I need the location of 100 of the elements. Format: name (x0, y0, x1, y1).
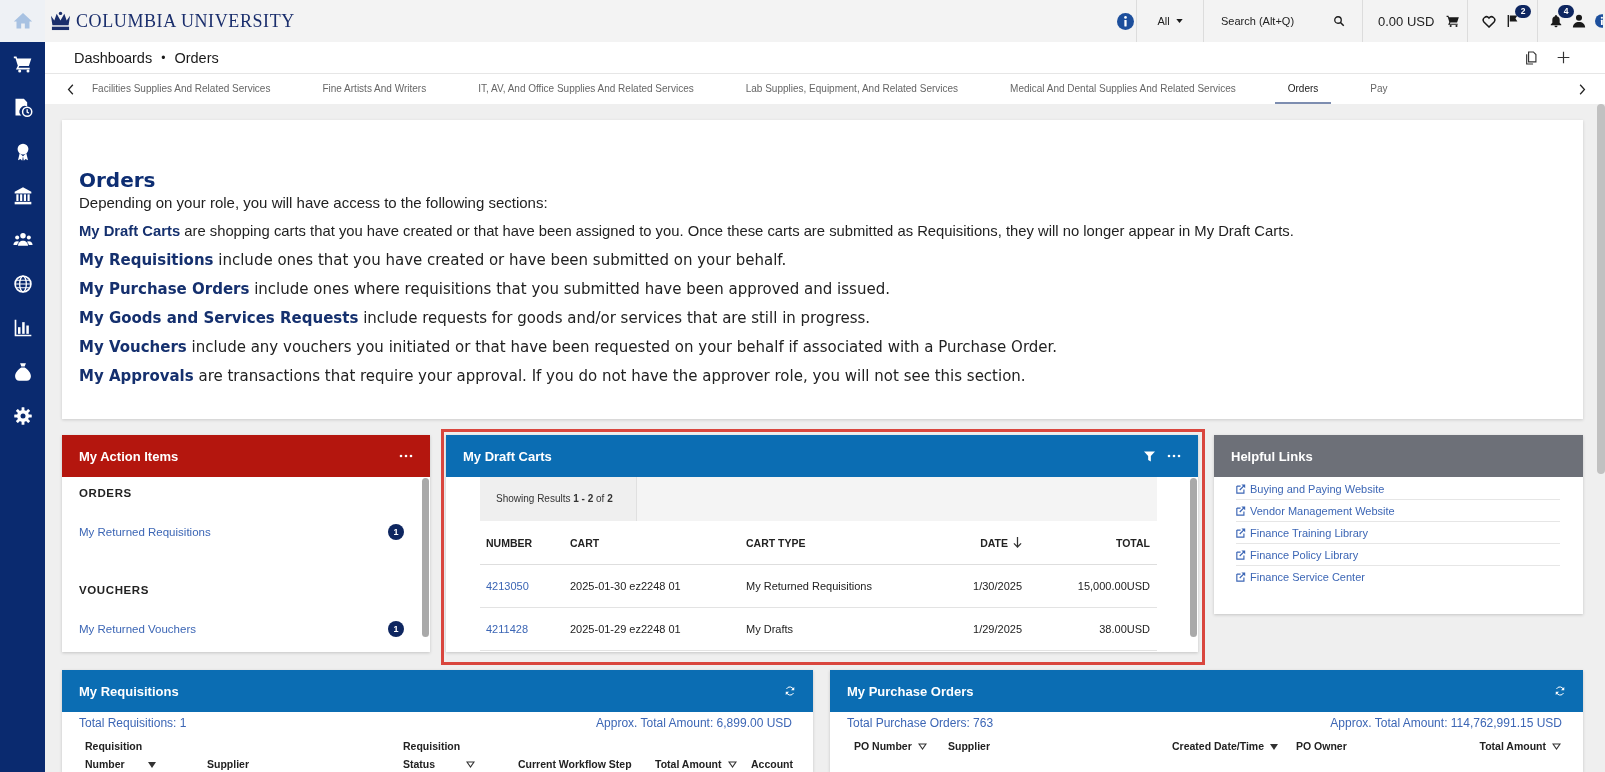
caret-outline-icon[interactable] (466, 761, 476, 768)
heart-icon[interactable] (1482, 14, 1496, 28)
column-header[interactable]: PO Number (854, 737, 912, 755)
table-cell-text: 2025-01-30 ez2248 01 (570, 580, 682, 592)
table-cell-text: My Drafts (746, 623, 795, 635)
category-tab[interactable]: Fine Artists And Writers (309, 74, 440, 104)
helpful-link[interactable]: Finance Service Center (1250, 571, 1365, 583)
column-header[interactable]: CART TYPE (746, 536, 806, 549)
more-icon[interactable] (399, 454, 413, 458)
section-description: My Purchase Orders include ones where requisitions that you submitted have been approved and issued. (79, 279, 890, 299)
copy-icon[interactable] (1524, 50, 1537, 65)
section-description: My Vouchers include any vouchers you initiated or that have been requested on your behalf if associated with a Purchase Order. (79, 337, 1058, 357)
caret-outline-icon[interactable] (917, 743, 927, 750)
column-header[interactable]: DATE (980, 536, 1008, 549)
column-header[interactable]: Supplier (948, 737, 990, 755)
panel-title: My Requisitions (79, 683, 179, 699)
arrow-down-icon[interactable] (1013, 537, 1022, 548)
panel-title: My Draft Carts (463, 448, 552, 464)
category-tab[interactable]: Facilities Supplies And Related Services (79, 74, 284, 104)
column-header[interactable]: Total Amount (655, 755, 722, 772)
caret-outline-icon[interactable] (727, 761, 737, 768)
table-cell-text: 15,000.00USD (1077, 580, 1151, 592)
search-field[interactable]: Search (Alt+Q) (1221, 11, 1326, 31)
globe-icon[interactable] (12, 274, 33, 294)
chevron-right-icon (1578, 83, 1586, 95)
column-header[interactable]: CART (570, 536, 600, 549)
intro-text: Depending on your role, you will have access to the following sections: (79, 193, 548, 213)
breadcrumb-separator: • (161, 50, 166, 65)
panel-title: My Purchase Orders (847, 683, 974, 699)
table-cell-text: 1/30/2025 (973, 580, 1023, 592)
scrollbar-thumb[interactable] (422, 478, 429, 637)
category-tab[interactable]: Orders (1274, 74, 1332, 104)
search-icon[interactable] (1333, 15, 1345, 27)
helpful-link[interactable]: Finance Training Library (1250, 526, 1368, 539)
refresh-icon[interactable] (784, 685, 796, 697)
column-header[interactable]: NUMBER (486, 536, 533, 549)
crown-icon (49, 11, 72, 31)
caret-outline-icon[interactable] (1552, 743, 1561, 750)
helpful-link[interactable]: Finance Policy Library (1250, 548, 1359, 561)
column-header[interactable]: Requisition Status (403, 737, 461, 772)
scrollbar-thumb[interactable] (1190, 478, 1197, 637)
info-icon[interactable] (1595, 14, 1603, 28)
cart-icon[interactable] (1446, 14, 1461, 28)
flag-icon[interactable] (1506, 14, 1519, 28)
cart-number-link[interactable]: 4211428 (486, 623, 570, 635)
category-tab[interactable]: IT, AV, And Office Supplies And Related Services (465, 74, 707, 104)
money-bag-icon[interactable] (12, 362, 33, 382)
total-amount: Approx. Total Amount: 114,762,991.15 USD (1330, 716, 1562, 730)
chevron-left-icon (66, 83, 74, 95)
results-summary: Showing Results 1 - 2 of 2 (480, 477, 637, 521)
user-icon[interactable] (1572, 14, 1586, 28)
action-item-link[interactable]: My Returned Vouchers (79, 623, 196, 635)
bell-icon[interactable] (1549, 14, 1563, 28)
category-tab[interactable]: Medical And Dental Supplies And Related Services (997, 74, 1249, 104)
more-icon[interactable] (1167, 454, 1181, 458)
panel-title: Helpful Links (1231, 448, 1313, 464)
total-count-link[interactable]: Total Purchase Orders: 763 (847, 716, 994, 730)
table-cell-text: My Returned Requisitions (746, 580, 873, 592)
filter-icon[interactable] (1144, 450, 1155, 462)
column-header[interactable]: Requisition Number (85, 737, 143, 772)
category-tab[interactable]: Lab Supplies, Equipment, And Related Services (732, 74, 972, 104)
action-item-link[interactable]: My Returned Requisitions (79, 526, 211, 538)
caret-down-icon[interactable] (1270, 744, 1278, 750)
column-header[interactable]: Current Workflow Step (518, 755, 632, 772)
caret-down-icon[interactable] (148, 762, 157, 768)
column-header[interactable]: Account (751, 755, 793, 772)
panel-title: My Action Items (79, 448, 179, 464)
section-description: My Draft Carts are shopping carts that you have created or that have been assigned to you. Once these carts are submitted as Requisitions, they will no longer appear in My Draft Carts. (79, 222, 1294, 241)
settings-icon[interactable] (12, 406, 33, 426)
column-header[interactable]: Total Amount (1479, 737, 1546, 755)
helpful-link[interactable]: Buying and Paying Website (1250, 482, 1385, 495)
total-count-link[interactable]: Total Requisitions: 1 (79, 716, 187, 730)
section-description: My Approvals are transactions that require your approval. If you do not have the approver role, you will not see this section. (79, 366, 1026, 386)
bar-chart-icon[interactable] (12, 318, 33, 338)
column-header[interactable]: Supplier (207, 755, 249, 772)
table-cell-text: 2025-01-29 ez2248 01 (570, 623, 682, 635)
category-tab[interactable]: Pay (1357, 74, 1401, 104)
info-icon[interactable] (1117, 12, 1134, 30)
external-link-icon[interactable] (1236, 527, 1246, 538)
section-title: Orders (79, 167, 156, 193)
group-heading: ORDERS (79, 486, 132, 501)
cart-number-link[interactable]: 4213050 (486, 580, 570, 592)
external-link-icon[interactable] (1236, 505, 1246, 516)
group-heading: VOUCHERS (79, 583, 149, 598)
bank-icon[interactable] (12, 186, 33, 206)
count-badge: 1 (388, 524, 404, 540)
external-link-icon[interactable] (1236, 483, 1246, 494)
helpful-link[interactable]: Vendor Management Website (1250, 504, 1395, 517)
cart-icon[interactable] (12, 54, 33, 74)
cart-total[interactable]: 0.00 USD (1378, 13, 1435, 29)
column-header[interactable]: Created Date/Time (1172, 737, 1264, 755)
refresh-icon[interactable] (1554, 685, 1566, 697)
plus-icon[interactable] (1557, 51, 1570, 64)
column-header[interactable]: TOTAL (1115, 536, 1150, 549)
column-header[interactable]: PO Owner (1296, 737, 1347, 755)
external-link-icon[interactable] (1236, 572, 1246, 582)
external-link-icon[interactable] (1236, 549, 1246, 560)
breadcrumb-link[interactable]: Dashboards (74, 49, 153, 66)
scrollbar-thumb[interactable] (1597, 104, 1605, 474)
section-description: My Goods and Services Requests include requests for goods and/or services that are still in progress. (79, 308, 871, 328)
